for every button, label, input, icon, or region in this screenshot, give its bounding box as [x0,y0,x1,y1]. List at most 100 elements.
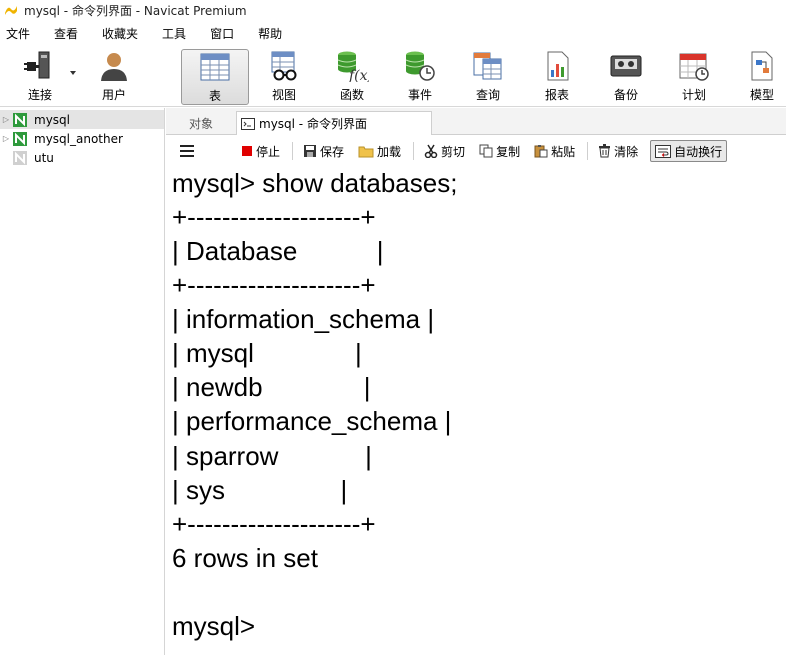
title-bar: mysql - 命令列界面 - Navicat Premium [0,0,786,20]
schedule-label: 计划 [681,88,706,102]
chevron-down-icon[interactable] [70,71,76,75]
console-line: | newdb | [172,372,371,402]
clear-label: 清除 [614,144,639,159]
stop-icon [242,146,252,156]
query-label: 查询 [475,88,500,102]
tab-objects-label: 对象 [188,116,213,131]
event-icon [405,51,435,81]
paste-button[interactable]: 粘贴 [532,140,577,162]
console-line: +--------------------+ [172,509,376,539]
tree-item-label: mysql_another [34,131,123,146]
tree-item-label: utu [34,150,54,165]
scissors-icon [424,144,438,158]
connection-tree: ▷ mysql ▷ mysql_another utu [0,108,165,655]
tree-item-mysql-another[interactable]: ▷ mysql_another [0,129,164,148]
view-label: 视图 [271,88,296,102]
window-title: mysql - 命令列界面 - Navicat Premium [24,3,247,18]
report-label: 报表 [544,88,569,102]
word-wrap-icon [655,144,672,158]
copy-icon [479,144,493,158]
tree-item-mysql[interactable]: ▷ mysql [0,110,164,129]
cut-label: 剪切 [441,144,466,159]
tab-console[interactable]: mysql - 命令列界面 [236,111,432,135]
query-icon [473,52,502,80]
console-output[interactable]: mysql> show databases; +----------------… [166,166,786,655]
menu-help[interactable]: 帮助 [258,25,282,42]
tree-item-utu[interactable]: utu [0,148,164,167]
table-icon [200,53,230,81]
menu-view[interactable]: 查看 [54,25,78,42]
backup-button[interactable]: 备份 [604,49,648,105]
load-label: 加载 [377,144,402,159]
stop-button[interactable]: 停止 [239,140,282,162]
stop-label: 停止 [256,144,281,159]
console-prompt[interactable]: mysql> [172,611,255,641]
menu-bar: 文件 查看 收藏夹 工具 窗口 帮助 [0,22,786,44]
save-icon [304,145,317,157]
main-toolbar: 连接 用户 表 视图 f(x 函数 事件 查询 报表 备份 计划 模型 [0,45,786,107]
clear-button[interactable]: 清除 [596,140,640,162]
menu-button[interactable] [178,140,199,162]
function-icon: f(x) [337,51,369,82]
word-wrap-toggle[interactable]: 自动换行 [650,140,728,162]
report-button[interactable]: 报表 [535,49,579,105]
console-line: | sys | [172,475,348,505]
query-button[interactable]: 查询 [466,49,510,105]
save-button[interactable]: 保存 [301,140,346,162]
folder-icon [358,146,374,157]
user-label: 用户 [101,88,126,102]
paste-icon [534,145,548,158]
console-line: +--------------------+ [172,270,376,300]
copy-button[interactable]: 复制 [477,140,522,162]
copy-label: 复制 [496,144,521,159]
connect-label: 连接 [27,88,52,102]
user-button[interactable]: 用户 [94,49,134,105]
console-line: | sparrow | [172,441,372,471]
event-button[interactable]: 事件 [398,49,442,105]
connect-button[interactable]: 连接 [20,49,60,105]
menu-file[interactable]: 文件 [6,25,30,42]
plug-icon [24,51,50,79]
schedule-icon [679,53,709,81]
backup-label: 备份 [613,88,638,102]
model-label: 模型 [749,88,774,102]
console-line: | performance_schema | [172,406,452,436]
console-line: | information_schema | [172,304,435,334]
console-line: +--------------------+ [172,202,376,232]
console-line: mysql> show databases; [172,168,458,198]
console-line: 6 rows in set [172,543,318,573]
load-button[interactable]: 加载 [356,140,403,162]
tree-item-label: mysql [34,112,70,127]
console-toolbar: 停止 保存 加载 剪切 复制 粘贴 清除 自动换行 [166,136,786,166]
model-button[interactable]: 模型 [740,49,784,105]
menu-window[interactable]: 窗口 [210,25,234,42]
expand-arrow-icon[interactable]: ▷ [0,134,12,143]
view-icon [271,51,297,81]
backup-icon [610,55,642,77]
tab-console-label: mysql - 命令列界面 [259,117,367,131]
event-label: 事件 [407,88,432,102]
connection-icon [13,112,27,127]
expand-arrow-icon[interactable]: ▷ [0,115,12,124]
menu-favorites[interactable]: 收藏夹 [102,25,138,42]
schedule-button[interactable]: 计划 [672,49,716,105]
svg-text:f(x): f(x) [348,68,369,82]
view-button[interactable]: 视图 [262,49,306,105]
table-button[interactable]: 表 [181,49,249,105]
console-line: | Database | [172,236,384,266]
user-icon [101,53,127,81]
connection-icon [13,131,27,146]
navicat-logo-icon [5,6,17,15]
save-label: 保存 [320,144,345,159]
function-label: 函数 [339,88,364,102]
paste-label: 粘贴 [551,144,576,159]
function-button[interactable]: f(x) 函数 [330,49,374,105]
table-label: 表 [208,89,221,103]
tab-objects[interactable]: 对象 [166,111,236,135]
hamburger-icon [180,145,194,157]
menu-tools[interactable]: 工具 [162,25,186,42]
model-icon [751,51,773,81]
trash-icon [599,144,611,158]
cut-button[interactable]: 剪切 [422,140,467,162]
word-wrap-label: 自动换行 [674,144,723,159]
